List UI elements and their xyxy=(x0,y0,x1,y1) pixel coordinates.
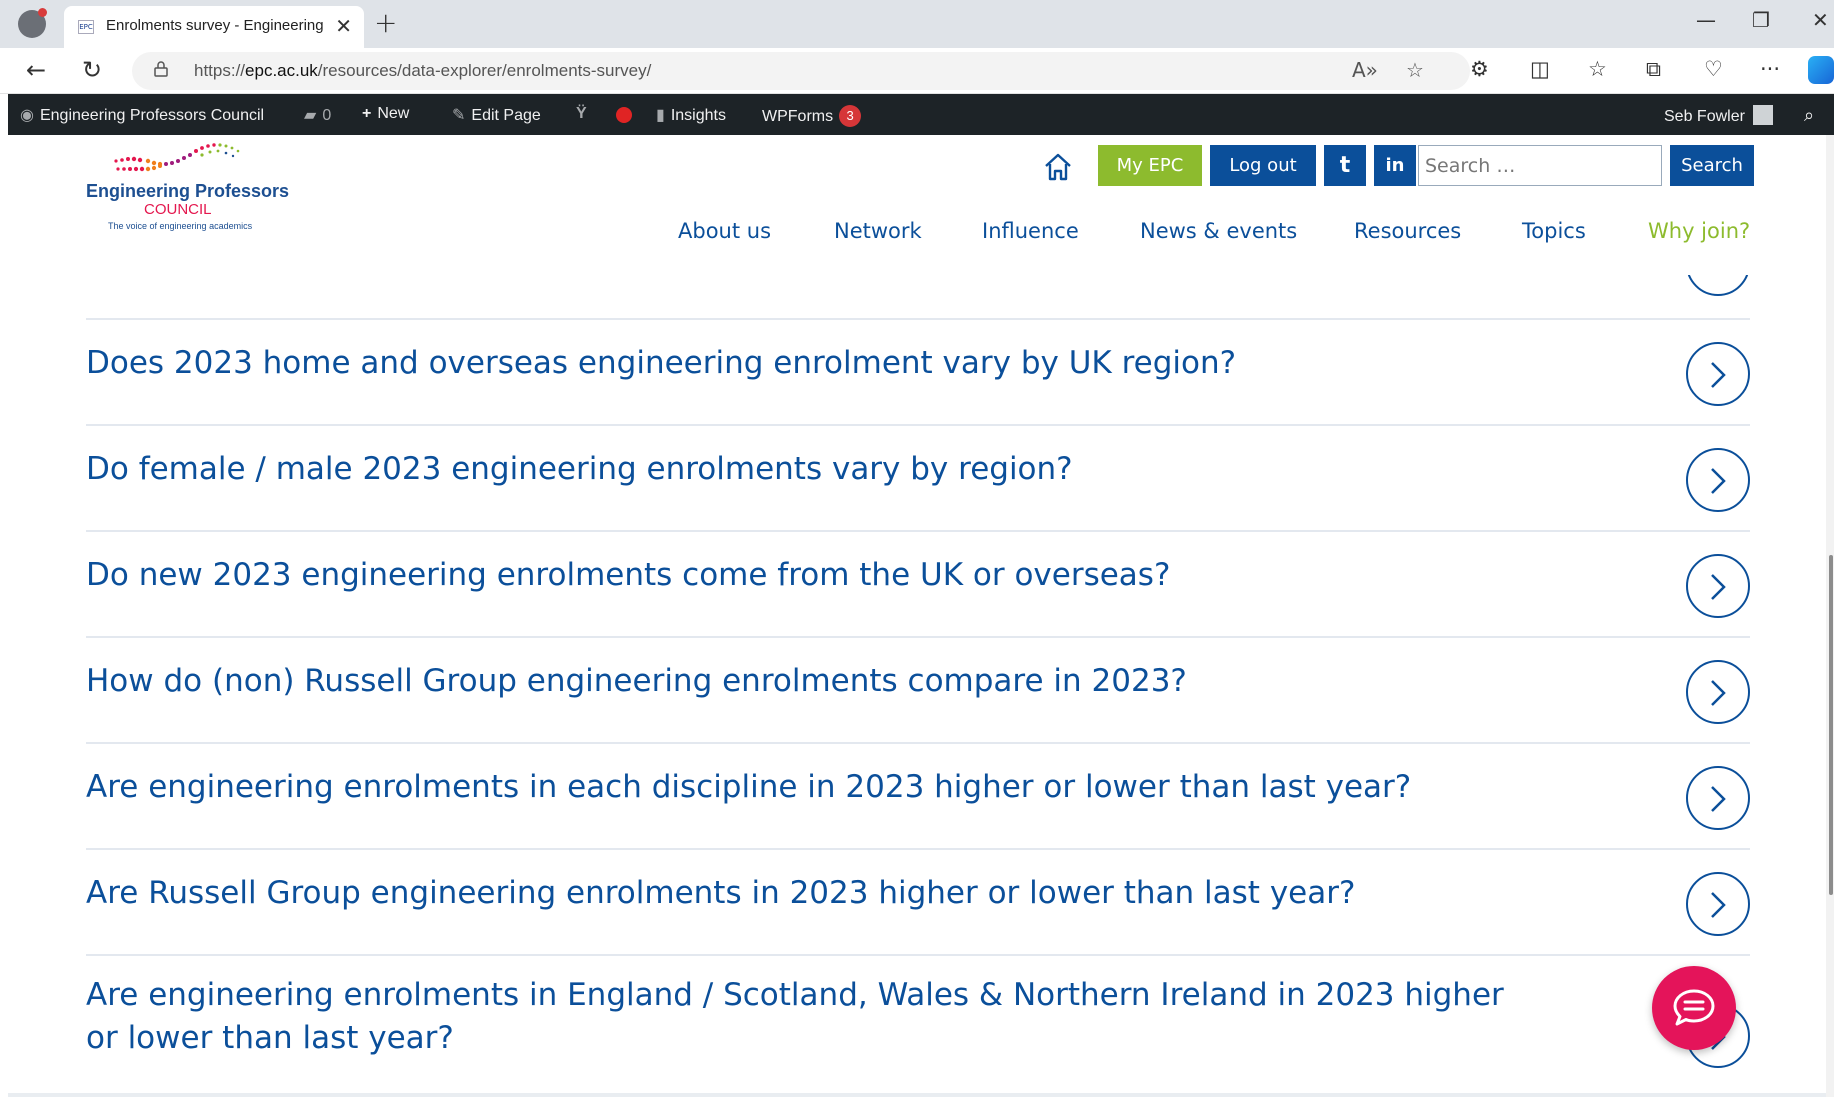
accordion-question[interactable]: Do female / male 2023 engineering enrolm… xyxy=(86,448,1073,491)
admin-insights[interactable]: ▮ Insights xyxy=(656,105,726,125)
accordion-item[interactable]: Does 2023 home and overseas engineering … xyxy=(86,318,1750,424)
twitter-icon[interactable]: t xyxy=(1324,145,1366,186)
page-bottom-divider xyxy=(8,1093,1826,1097)
comment-icon: ▰ xyxy=(304,107,317,124)
chevron-right-icon[interactable] xyxy=(1686,660,1750,724)
accordion-item[interactable]: Do female / male 2023 engineering enrolm… xyxy=(86,424,1750,530)
tab-favicon: EPC xyxy=(78,20,94,34)
browser-tab[interactable]: EPC Enrolments survey - Engineering ✕ xyxy=(64,6,364,48)
user-avatar xyxy=(1752,105,1773,125)
chevron-right-icon[interactable] xyxy=(1686,554,1750,618)
accordion-item[interactable]: How do (non) Russell Group engineering e… xyxy=(86,636,1750,742)
epc-logo[interactable]: Engineering Professors COUNCIL The voice… xyxy=(86,139,290,239)
chat-icon xyxy=(1673,989,1715,1026)
accordion-question[interactable]: Do new 2023 engineering enrolments come … xyxy=(86,554,1170,597)
accordion-question[interactable]: Does 2023 home and overseas engineering … xyxy=(86,342,1236,385)
chat-button[interactable] xyxy=(1652,966,1736,1050)
nav-influence[interactable]: Influence xyxy=(982,219,1079,249)
nav-news-events[interactable]: News & events xyxy=(1140,219,1297,249)
browser-tab-strip: EPC Enrolments survey - Engineering ✕ + … xyxy=(0,0,1834,48)
nav-topics[interactable]: Topics xyxy=(1522,219,1586,249)
logo-council: COUNCIL xyxy=(144,201,212,218)
logout-button[interactable]: Log out xyxy=(1210,145,1316,186)
url-text: https://epc.ac.uk/resources/data-explore… xyxy=(194,61,652,80)
refresh-icon[interactable]: ↻ xyxy=(82,56,102,84)
lock-icon xyxy=(154,61,168,77)
dashboard-icon: ◉ xyxy=(20,107,34,124)
site-header: Engineering Professors COUNCIL The voice… xyxy=(8,135,1826,275)
admin-site-link[interactable]: ◉ Engineering Professors Council xyxy=(20,105,264,125)
nav-about-us[interactable]: About us xyxy=(678,219,771,249)
chevron-right-icon[interactable] xyxy=(1686,448,1750,512)
accordion-question[interactable]: How do (non) Russell Group engineering e… xyxy=(86,660,1187,703)
accordion-question[interactable]: Are engineering enrolments in England / … xyxy=(86,974,1516,1060)
close-window-icon[interactable]: ✕ xyxy=(1812,8,1829,32)
admin-new[interactable]: + New xyxy=(362,105,409,123)
profile-avatar-icon[interactable] xyxy=(18,8,47,38)
logo-tagline: The voice of engineering academics xyxy=(108,221,253,231)
browser-essentials-icon[interactable]: ♡ xyxy=(1704,57,1723,81)
accordion-question[interactable]: Are Russell Group engineering enrolments… xyxy=(86,872,1355,915)
logo-dots-graphic xyxy=(114,143,240,172)
extensions-icon[interactable]: ⚙ xyxy=(1470,57,1489,81)
plus-icon: + xyxy=(362,105,372,122)
chevron-right-icon[interactable] xyxy=(1686,872,1750,936)
admin-user-menu[interactable]: Seb Fowler xyxy=(1664,105,1773,126)
tab-close-icon[interactable]: ✕ xyxy=(335,14,352,38)
accordion-question[interactable]: Are engineering enrolments in each disci… xyxy=(86,766,1411,809)
new-tab-icon[interactable]: + xyxy=(374,6,397,39)
chevron-right-icon[interactable] xyxy=(1686,766,1750,830)
bar-chart-icon: ▮ xyxy=(656,107,665,124)
home-icon[interactable] xyxy=(1042,151,1074,183)
wp-admin-bar: ◉ Engineering Professors Council ▰ 0 + New … xyxy=(8,94,1834,135)
nav-why-join[interactable]: Why join? xyxy=(1648,219,1750,249)
chevron-right-icon[interactable] xyxy=(1686,342,1750,406)
favorite-star-icon[interactable]: ☆ xyxy=(1406,58,1424,82)
address-bar[interactable]: https://epc.ac.uk/resources/data-explore… xyxy=(132,52,1470,90)
admin-wpforms[interactable]: WPForms 3 xyxy=(762,105,862,127)
pencil-icon: ✎ xyxy=(452,107,466,124)
yoast-icon[interactable]: Ÿ xyxy=(576,105,587,123)
page-scrollbar-thumb[interactable] xyxy=(1829,555,1833,895)
read-aloud-icon[interactable]: A» xyxy=(1352,58,1378,82)
wpforms-count-badge: 3 xyxy=(839,105,862,127)
accordion-item[interactable]: Are engineering enrolments in each disci… xyxy=(86,742,1750,848)
accordion-item[interactable]: Are Russell Group engineering enrolments… xyxy=(86,848,1750,954)
split-screen-icon[interactable]: ◫ xyxy=(1530,57,1550,81)
accordion-item[interactable]: Do new 2023 engineering enrolments come … xyxy=(86,530,1750,636)
restore-icon[interactable]: ❐ xyxy=(1752,8,1770,32)
my-epc-button[interactable]: My EPC xyxy=(1098,145,1202,186)
nav-resources[interactable]: Resources xyxy=(1354,219,1461,249)
admin-edit-page[interactable]: ✎ Edit Page xyxy=(452,105,541,125)
notification-dot xyxy=(38,8,47,17)
browser-toolbar: ← ↻ https://epc.ac.uk/resources/data-exp… xyxy=(0,48,1834,94)
more-menu-icon[interactable]: ··· xyxy=(1760,57,1780,81)
search-button[interactable]: Search xyxy=(1670,145,1754,186)
search-input[interactable] xyxy=(1418,145,1662,186)
collections-icon[interactable]: ⧉ xyxy=(1646,57,1661,82)
accordion-item[interactable]: Are engineering enrolments in England / … xyxy=(86,954,1750,1093)
tab-title: Enrolments survey - Engineering xyxy=(106,17,324,34)
admin-comments[interactable]: ▰ 0 xyxy=(304,105,331,125)
favorites-icon[interactable]: ☆ xyxy=(1588,57,1607,81)
minimize-icon[interactable]: — xyxy=(1696,8,1716,32)
linkedin-icon[interactable]: in xyxy=(1374,145,1416,186)
logo-title: Engineering Professors xyxy=(86,181,290,201)
admin-search-icon[interactable]: ⌕ xyxy=(1804,105,1814,126)
nav-network[interactable]: Network xyxy=(834,219,922,249)
seo-status-dot xyxy=(616,107,632,123)
back-icon[interactable]: ← xyxy=(26,56,46,84)
copilot-icon[interactable] xyxy=(1808,56,1834,84)
